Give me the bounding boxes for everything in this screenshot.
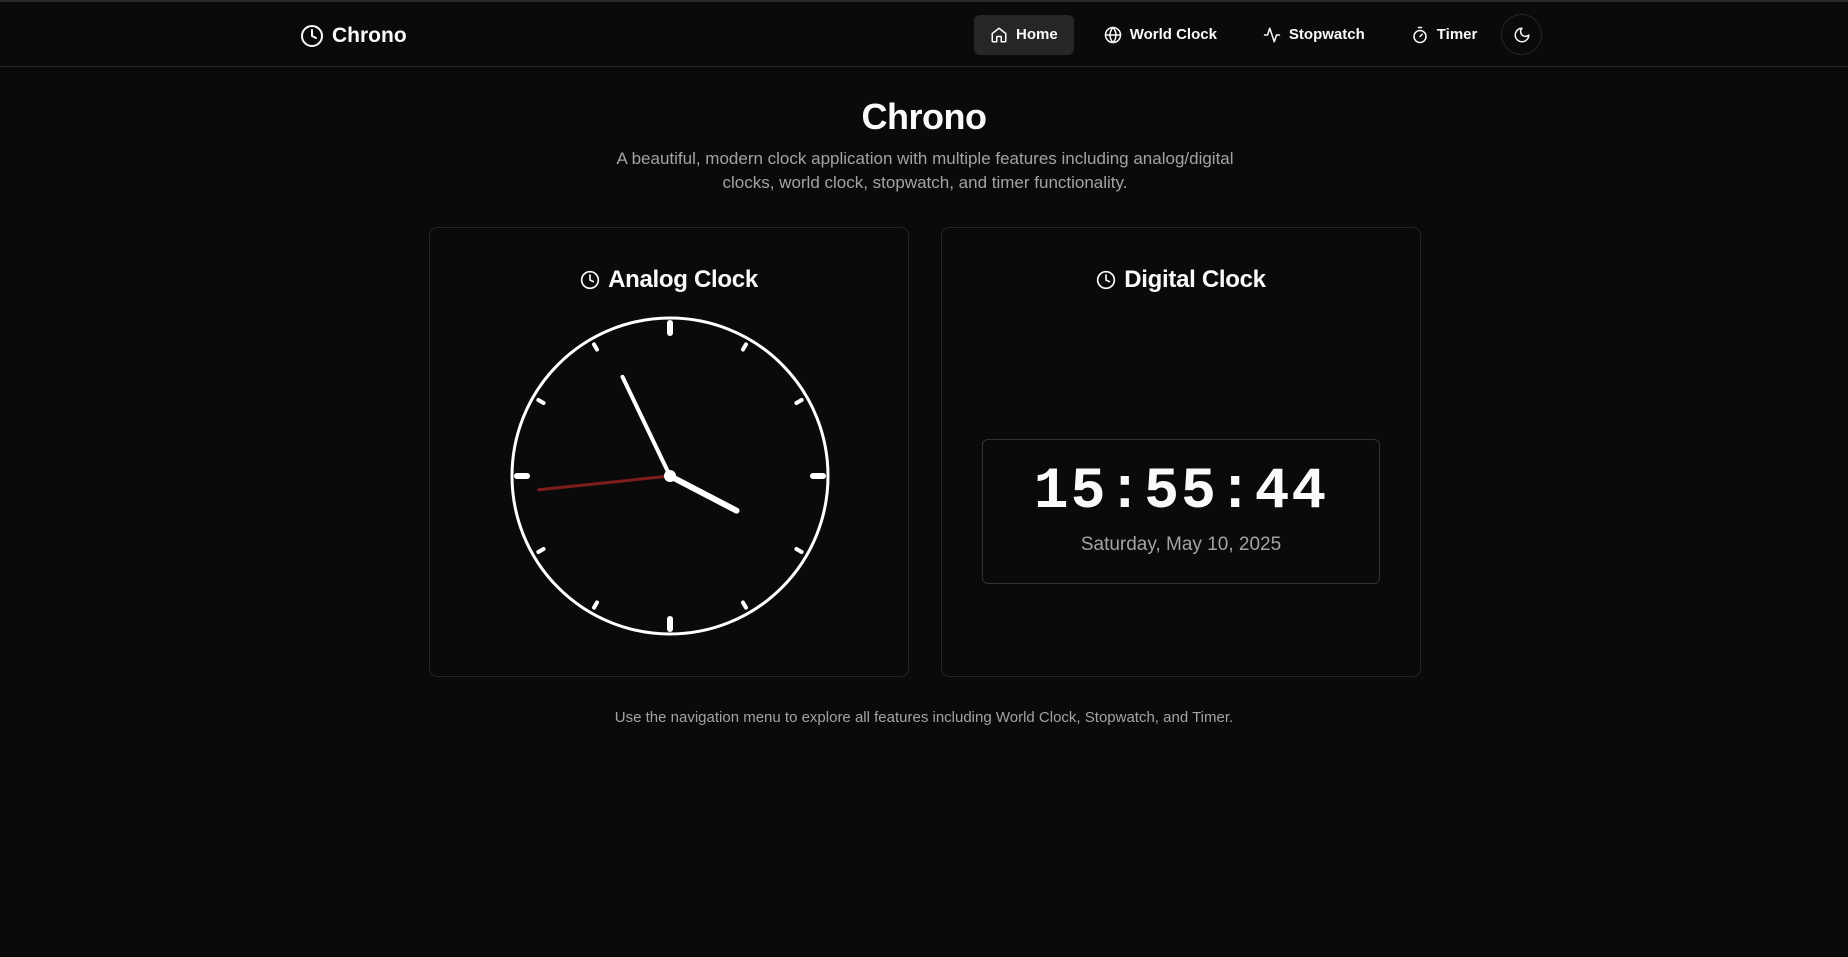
hour-tick	[592, 342, 599, 352]
digital-clock-card: Digital Clock 15:55:44 Saturday, May 10,…	[941, 227, 1421, 677]
digital-time: 15:55:44	[1033, 460, 1329, 525]
globe-icon	[1104, 26, 1121, 43]
hour-tick	[741, 342, 748, 352]
theme-toggle-button[interactable]	[1501, 14, 1543, 55]
nav-item-stopwatch[interactable]: Stopwatch	[1247, 15, 1381, 55]
digital-date: Saturday, May 10, 2025	[1080, 534, 1282, 555]
main-nav: Home World Clock Stopwatch Timer	[974, 14, 1543, 55]
clock-icon	[1097, 270, 1116, 290]
nav-item-label: Timer	[1436, 26, 1478, 43]
page-subtitle: A beautiful, modern clock application wi…	[616, 149, 1234, 192]
card-title: Digital Clock	[942, 266, 1420, 294]
nav-item-label: Stopwatch	[1288, 26, 1365, 43]
clock-center	[664, 470, 676, 482]
nav-item-timer[interactable]: Timer	[1395, 15, 1494, 55]
nav-item-world-clock[interactable]: World Clock	[1088, 15, 1233, 55]
footer-note: Use the navigation menu to explore all f…	[614, 709, 1234, 726]
clock-icon	[301, 25, 323, 47]
page-title: Chrono	[861, 96, 987, 137]
timer-icon	[1413, 26, 1427, 43]
nav-item-home[interactable]: Home	[974, 14, 1074, 55]
nav-item-label: World Clock	[1129, 26, 1217, 43]
hour-tick	[741, 600, 748, 610]
analog-clock-card: Analog Clock	[429, 227, 909, 677]
digital-display: 15:55:44 Saturday, May 10, 2025	[982, 439, 1380, 584]
brand-link[interactable]: Chrono	[300, 22, 407, 50]
hour-tick	[536, 547, 546, 554]
moon-icon	[1514, 27, 1530, 42]
hour-tick	[592, 600, 599, 610]
home-icon	[991, 27, 1007, 42]
card-title: Analog Clock	[430, 266, 908, 294]
clock-icon	[580, 270, 600, 290]
analog-clock-face	[510, 316, 830, 636]
card-title-label: Analog Clock	[608, 266, 758, 293]
hour-tick	[536, 398, 546, 405]
hour-tick	[794, 547, 804, 554]
brand-name: Chrono	[332, 24, 407, 47]
card-title-label: Digital Clock	[1124, 266, 1266, 293]
navbar: Chrono Home World Clock Stopwatch Timer	[0, 2, 1848, 67]
activity-icon	[1263, 27, 1281, 42]
hour-tick	[794, 398, 804, 405]
nav-item-label: Home	[1016, 26, 1058, 43]
